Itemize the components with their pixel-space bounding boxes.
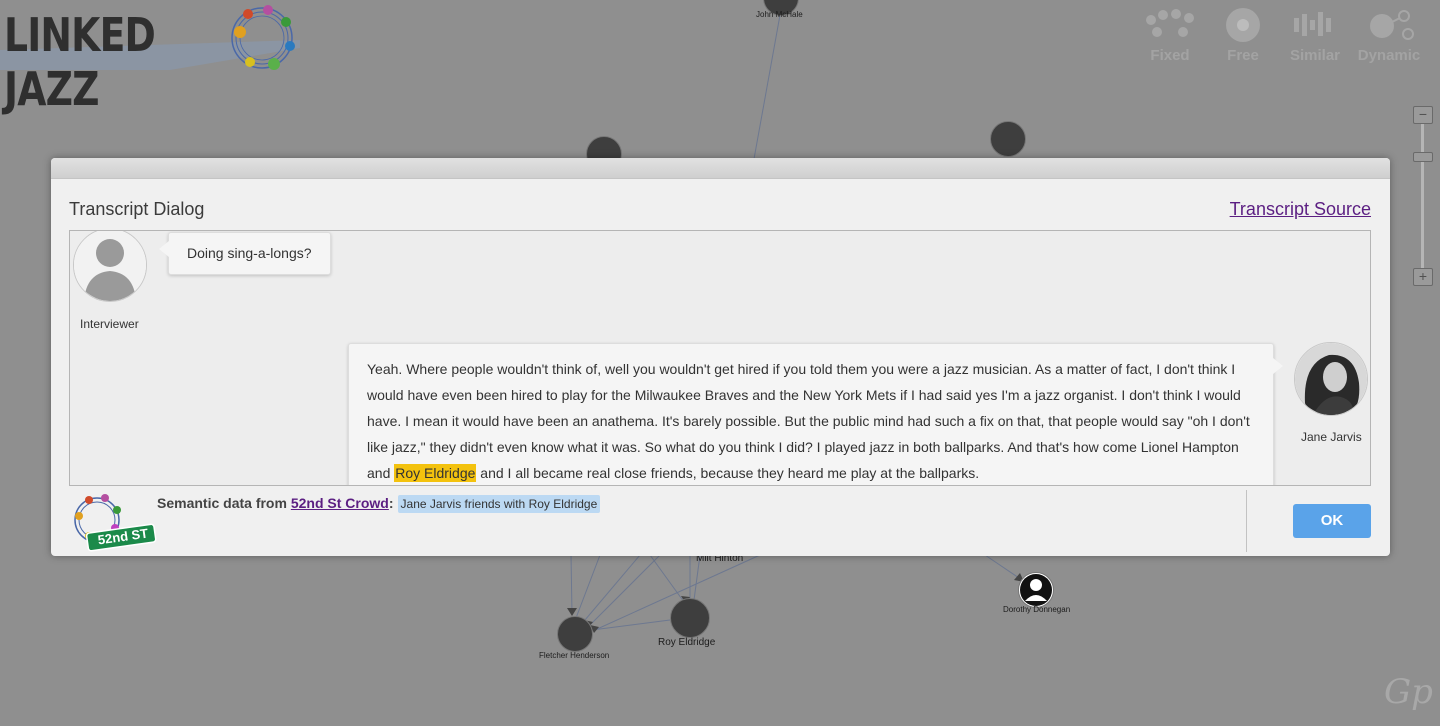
- semantic-data-line: Semantic data from 52nd St Crowd: Jane Ja…: [157, 495, 601, 513]
- view-free-label: Free: [1227, 47, 1259, 64]
- footer-divider: [1246, 490, 1247, 552]
- view-similar-button[interactable]: Similar: [1280, 6, 1350, 64]
- jane-jarvis-avatar: [1294, 342, 1368, 416]
- watermark-monogram: Gp: [1384, 672, 1433, 712]
- semantic-colon: :: [388, 495, 394, 511]
- transcript-dialog: Transcript Dialog Transcript Source Inte…: [51, 158, 1390, 556]
- view-fixed-label: Fixed: [1150, 47, 1190, 64]
- logo-network-icon: [231, 5, 295, 70]
- zoom-handle[interactable]: [1413, 152, 1433, 162]
- dialog-title: Transcript Dialog: [69, 199, 205, 219]
- view-dynamic-button[interactable]: Dynamic: [1354, 6, 1424, 64]
- view-free-button[interactable]: Free: [1208, 6, 1278, 64]
- free-layout-icon: [1226, 8, 1260, 42]
- zoom-track[interactable]: [1421, 116, 1424, 284]
- view-fixed-button[interactable]: Fixed: [1135, 6, 1205, 64]
- node-avatar[interactable]: [990, 121, 1026, 157]
- linked-jazz-logo[interactable]: LINKED JAZZ: [0, 0, 310, 116]
- answer-text-start: Yeah. Where people wouldn't think of, we…: [367, 361, 1250, 481]
- node-roy-eldridge[interactable]: [670, 598, 710, 638]
- dialog-title-bar[interactable]: [51, 158, 1390, 179]
- node-dorothy-donnegan[interactable]: [1018, 572, 1054, 608]
- transcript-panel[interactable]: Interviewer Doing sing-a-longs? Yeah. Wh…: [69, 230, 1371, 486]
- transcript-source-link[interactable]: Transcript Source: [1230, 199, 1371, 220]
- node-label-dorothy-donnegan: Dorothy Donnegan: [1003, 605, 1071, 614]
- relationship-chip[interactable]: Jane Jarvis friends with Roy Eldridge: [397, 495, 601, 513]
- node-label-roy-eldridge: Roy Eldridge: [658, 637, 716, 648]
- interviewer-avatar: [73, 231, 147, 302]
- zoom-control: − +: [1410, 104, 1436, 290]
- node-label-john-mchale: John McHale: [756, 10, 803, 19]
- highlighted-entity[interactable]: Roy Eldridge: [394, 464, 477, 482]
- similar-layout-icon: [1294, 12, 1331, 36]
- fixed-layout-icon: [1146, 9, 1194, 37]
- answer-bubble: Yeah. Where people wouldn't think of, we…: [348, 343, 1283, 485]
- view-dynamic-label: Dynamic: [1357, 47, 1421, 64]
- zoom-out-button[interactable]: −: [1413, 106, 1433, 124]
- layout-mode-switcher: Fixed Free Similar Dynamic: [1140, 6, 1440, 66]
- question-bubble: Doing sing-a-longs?: [159, 232, 331, 275]
- logo-title: LINKED JAZZ: [4, 8, 156, 116]
- 52nd-st-badge: 52nd ST: [69, 492, 159, 552]
- semantic-prefix: Semantic data from: [157, 495, 291, 511]
- semantic-source-link[interactable]: 52nd St Crowd: [291, 495, 389, 511]
- person-silhouette-icon: [74, 231, 146, 301]
- portrait-photo: [1295, 343, 1367, 415]
- node-fletcher-henderson[interactable]: [557, 616, 593, 652]
- interviewer-name: Interviewer: [80, 317, 139, 331]
- jane-jarvis-name: Jane Jarvis: [1301, 430, 1362, 444]
- node-label-fletcher-henderson: Fletcher Henderson: [539, 651, 610, 660]
- ok-button[interactable]: OK: [1293, 504, 1371, 538]
- dynamic-layout-icon: [1370, 10, 1414, 40]
- zoom-in-button[interactable]: +: [1413, 268, 1433, 286]
- answer-text-end: and I all became real close friends, bec…: [476, 465, 980, 481]
- view-similar-label: Similar: [1289, 47, 1341, 64]
- person-placeholder-icon: [1020, 574, 1052, 606]
